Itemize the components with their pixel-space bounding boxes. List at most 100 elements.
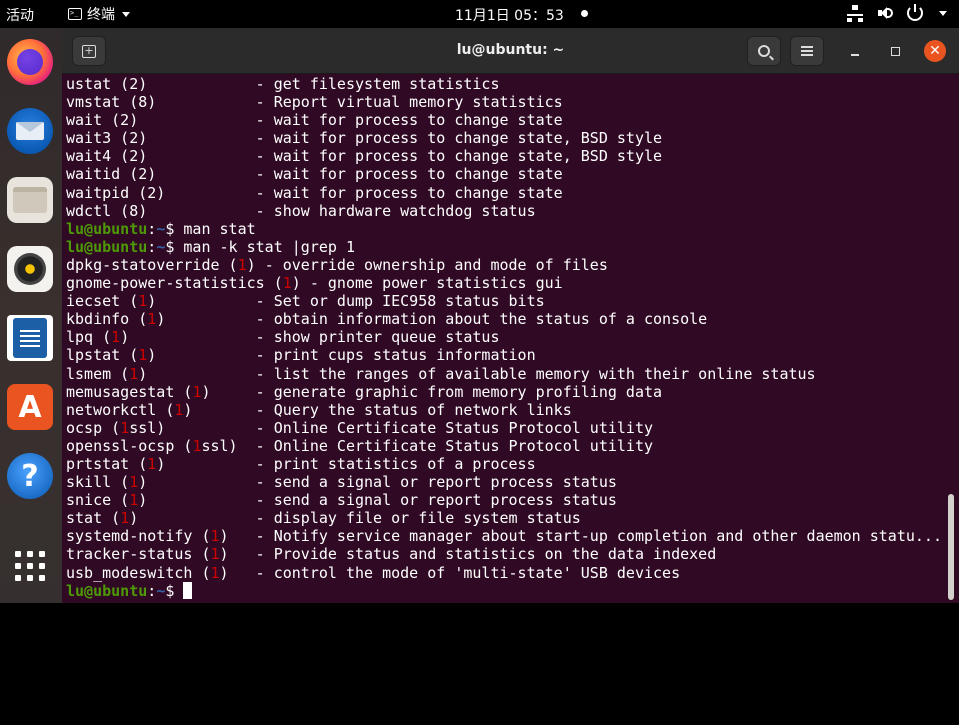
libreoffice-writer-icon[interactable] — [7, 315, 53, 361]
close-button[interactable]: ✕ — [924, 40, 946, 62]
grep-match: 1 — [210, 527, 220, 546]
output-line: wait (2) - wait for process to change st… — [66, 111, 946, 129]
system-menu[interactable] — [847, 4, 947, 22]
man-entry-name: usb_modeswitch ( — [66, 563, 211, 582]
prompt-path: ~ — [156, 219, 166, 238]
man-entry-desc: - send a signal or report process status — [255, 473, 617, 492]
output-line: wait3 (2) - wait for process to change s… — [66, 129, 946, 147]
man-entry-desc: - print cups status information — [255, 346, 536, 365]
clock[interactable]: 11月1日 05：53 — [455, 5, 564, 25]
man-entry-desc: - wait for process to change state — [255, 165, 563, 184]
minimize-button[interactable] — [844, 40, 866, 62]
output-line: wait4 (2) - wait for process to change s… — [66, 147, 946, 165]
man-entry-name: lpq ( — [66, 328, 112, 347]
prompt-separator: : — [147, 219, 157, 238]
man-entry-desc: - wait for process to change state — [255, 111, 563, 130]
man-entry-name: skill ( — [66, 473, 130, 492]
grep-match: 1 — [138, 346, 148, 365]
network-icon[interactable] — [847, 5, 863, 22]
chevron-down-icon[interactable] — [939, 10, 947, 16]
man-entry-desc: - Report virtual memory statistics — [255, 93, 563, 112]
close-icon: ✕ — [929, 43, 941, 59]
man-entry-section: ) — [120, 328, 256, 347]
man-entry-section: ) — [138, 473, 256, 492]
prompt-user: lu@ubuntu — [66, 237, 148, 256]
prompt-path: ~ — [156, 237, 166, 256]
output-line: ustat (2) - get filesystem statistics — [66, 75, 946, 93]
man-entry-name: stat ( — [66, 509, 121, 528]
output-line: vmstat (8) - Report virtual memory stati… — [66, 93, 946, 111]
grep-match: 1 — [237, 255, 247, 274]
power-icon[interactable] — [907, 4, 923, 21]
man-entry-desc: - Set or dump IEC958 status bits — [255, 292, 545, 311]
command-text: man -k stat |grep 1 — [183, 237, 355, 256]
output-line: lpstat (1) - print cups status informati… — [66, 346, 946, 364]
man-entry-name: openssl-ocsp ( — [66, 436, 193, 455]
output-line: memusagestat (1) - generate graphic from… — [66, 383, 946, 401]
man-entry-name: wait3 (2) — [66, 129, 256, 148]
man-entry-section: ) — [129, 509, 256, 528]
output-line: waitid (2) - wait for process to change … — [66, 165, 946, 183]
grep-match: 1 — [138, 292, 148, 311]
man-entry-section: ) — [156, 310, 256, 329]
output-line: wdctl (8) - show hardware watchdog statu… — [66, 202, 946, 220]
ubuntu-software-icon[interactable]: A — [7, 384, 53, 430]
man-entry-section: ) — [219, 563, 256, 582]
title-bar[interactable]: + lu@ubuntu: ~ ✕ — [62, 28, 959, 74]
chevron-down-icon — [122, 11, 130, 17]
prompt-path: ~ — [156, 581, 166, 600]
rhythmbox-icon[interactable] — [7, 246, 53, 292]
app-menu[interactable]: >_ 终端 — [68, 4, 130, 24]
grep-match: 1 — [129, 473, 139, 492]
man-entry-name: iecset ( — [66, 292, 139, 311]
output-line: lsmem (1) - list the ranges of available… — [66, 365, 946, 383]
grep-match: 1 — [120, 509, 130, 528]
man-entry-section: ) — [219, 527, 256, 546]
man-entry-desc: - Online Certificate Status Protocol uti… — [255, 436, 654, 455]
man-entry-desc: - control the mode of 'multi-state' USB … — [255, 563, 681, 582]
thunderbird-icon[interactable] — [7, 108, 53, 154]
man-entry-name: wait (2) — [66, 111, 256, 130]
man-entry-section: ) — [183, 400, 256, 419]
man-entry-desc: - Notify service manager about start-up … — [255, 527, 942, 546]
files-icon[interactable] — [7, 177, 53, 223]
activities-button[interactable]: 活动 — [6, 5, 34, 25]
prompt-symbol: $ — [165, 237, 184, 256]
terminal-icon: >_ — [68, 8, 82, 20]
hamburger-menu-icon — [801, 46, 813, 56]
man-entry-name: lpstat ( — [66, 346, 139, 365]
man-entry-desc: - print statistics of a process — [255, 454, 536, 473]
output-line: kbdinfo (1) - obtain information about t… — [66, 310, 946, 328]
window-title: lu@ubuntu: ~ — [456, 42, 565, 58]
show-applications-icon[interactable] — [7, 543, 53, 589]
man-entry-name: wait4 (2) — [66, 147, 256, 166]
man-entry-section: ) — [138, 491, 256, 510]
man-entry-desc: - display file or file system status — [255, 509, 581, 528]
maximize-button[interactable] — [884, 40, 906, 62]
firefox-icon[interactable] — [7, 39, 53, 85]
output-line: snice (1) - send a signal or report proc… — [66, 491, 946, 509]
output-line: tracker-status (1) - Provide status and … — [66, 545, 946, 563]
man-entry-section: ) — [219, 545, 256, 564]
prompt-line: lu@ubuntu:~$ — [66, 581, 946, 600]
app-menu-label: 终端 — [87, 7, 115, 23]
man-entry-desc: - show hardware watchdog status — [255, 201, 536, 220]
search-button[interactable] — [747, 36, 781, 66]
prompt-symbol: $ — [165, 219, 184, 238]
man-entry-desc: - generate graphic from memory profiling… — [255, 382, 663, 401]
grep-match: 1 — [147, 454, 157, 473]
volume-icon[interactable] — [877, 5, 893, 21]
man-entry-section: ) — [147, 292, 256, 311]
text-cursor — [183, 581, 193, 599]
terminal-output[interactable]: ustat (2) - get filesystem statistics vms… — [66, 75, 946, 603]
man-entry-name: wdctl (8) — [66, 201, 256, 220]
man-entry-name: lsmem ( — [66, 364, 130, 383]
help-icon[interactable]: ? — [7, 453, 53, 499]
command-text: man stat — [183, 219, 256, 238]
man-entry-name: vmstat (8) — [66, 93, 256, 112]
man-entry-desc: - get filesystem statistics — [255, 75, 500, 93]
scrollbar[interactable] — [948, 494, 954, 600]
search-icon — [758, 45, 770, 57]
man-entry-section: ) — [156, 454, 256, 473]
menu-button[interactable] — [790, 36, 824, 66]
